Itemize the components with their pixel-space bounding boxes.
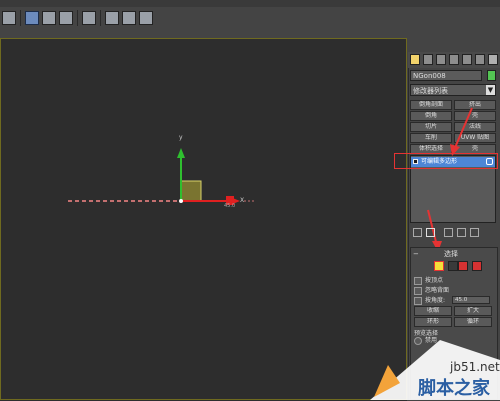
- tab-motion-icon[interactable]: [449, 54, 459, 65]
- border-mode-button[interactable]: [458, 261, 468, 271]
- ignore-backfacing-option[interactable]: 忽略背面: [414, 286, 449, 295]
- menu-strip: [0, 0, 500, 7]
- checkbox-label: 按顶点: [425, 277, 444, 284]
- y-axis-label: y: [179, 134, 183, 141]
- toolbar-divider: [20, 10, 21, 26]
- tab-modify-icon[interactable]: [423, 54, 433, 65]
- checkbox[interactable]: [414, 276, 422, 285]
- schematic-view-icon[interactable]: [59, 11, 73, 25]
- tab-create-icon[interactable]: [410, 54, 420, 65]
- pin-stack-icon[interactable]: [413, 228, 422, 237]
- toolbar-divider: [77, 10, 78, 26]
- by-vertex-option[interactable]: 按顶点: [414, 276, 443, 285]
- y-axis-arrowhead: [177, 148, 185, 158]
- material-editor-icon[interactable]: [82, 11, 96, 25]
- annotation-arrow-line: [453, 107, 473, 151]
- rollout-title: 选择: [444, 250, 458, 258]
- checkbox[interactable]: [414, 286, 422, 295]
- curve-editor-icon[interactable]: [42, 11, 56, 25]
- stack-toolbar: [410, 226, 496, 240]
- selected-polygon-shape: [180, 180, 202, 202]
- dimension-readout: 45.0: [224, 203, 236, 209]
- object-name-field[interactable]: NGon008: [410, 70, 482, 81]
- tab-display-icon[interactable]: [462, 54, 472, 65]
- watermark-site-text: jb51.net: [450, 360, 500, 374]
- checkbox-label: 忽略背面: [425, 287, 450, 294]
- shrink-button[interactable]: 收缩: [414, 306, 452, 316]
- main-toolbar: [0, 0, 500, 36]
- pivot-point: [179, 199, 183, 203]
- remove-modifier-icon[interactable]: [457, 228, 466, 237]
- rollout-collapse-toggle[interactable]: −: [413, 250, 419, 258]
- object-color-swatch[interactable]: [487, 70, 496, 81]
- show-end-result-icon[interactable]: [426, 228, 435, 237]
- vertex-mode-button[interactable]: [434, 261, 444, 271]
- x-axis-label: X: [240, 197, 245, 204]
- loop-button[interactable]: 循环: [454, 317, 492, 327]
- tab-hierarchy-icon[interactable]: [436, 54, 446, 65]
- annotation-arrows: [427, 107, 473, 252]
- render-setup-icon[interactable]: [105, 11, 119, 25]
- layer-manager-icon[interactable]: [25, 11, 39, 25]
- toolbar-divider: [100, 10, 101, 26]
- configure-sets-icon[interactable]: [470, 228, 479, 237]
- make-unique-icon[interactable]: [444, 228, 453, 237]
- by-angle-option[interactable]: 按角度:: [414, 296, 445, 305]
- command-panel-tabs: [408, 52, 500, 68]
- tab-utilities-icon[interactable]: [475, 54, 485, 65]
- watermark-brand-text: 脚本之家: [418, 378, 490, 399]
- chevron-down-icon[interactable]: ▼: [486, 85, 495, 95]
- angle-value-field[interactable]: 45.0: [452, 296, 490, 304]
- rendered-frame-icon[interactable]: [122, 11, 136, 25]
- checkbox[interactable]: [414, 296, 422, 305]
- modifier-list-dropdown[interactable]: 修改器列表: [410, 84, 496, 96]
- select-filter-icon[interactable]: [2, 11, 16, 25]
- edge-mode-button[interactable]: [448, 261, 458, 271]
- annotation-arrowhead: [450, 144, 460, 156]
- tab-extra-icon[interactable]: [488, 54, 498, 65]
- ring-button[interactable]: 环形: [414, 317, 452, 327]
- grow-button[interactable]: 扩大: [454, 306, 492, 316]
- render-teapot-icon[interactable]: [139, 11, 153, 25]
- polygon-mode-button[interactable]: [472, 261, 482, 271]
- checkbox-label: 按角度:: [425, 297, 446, 304]
